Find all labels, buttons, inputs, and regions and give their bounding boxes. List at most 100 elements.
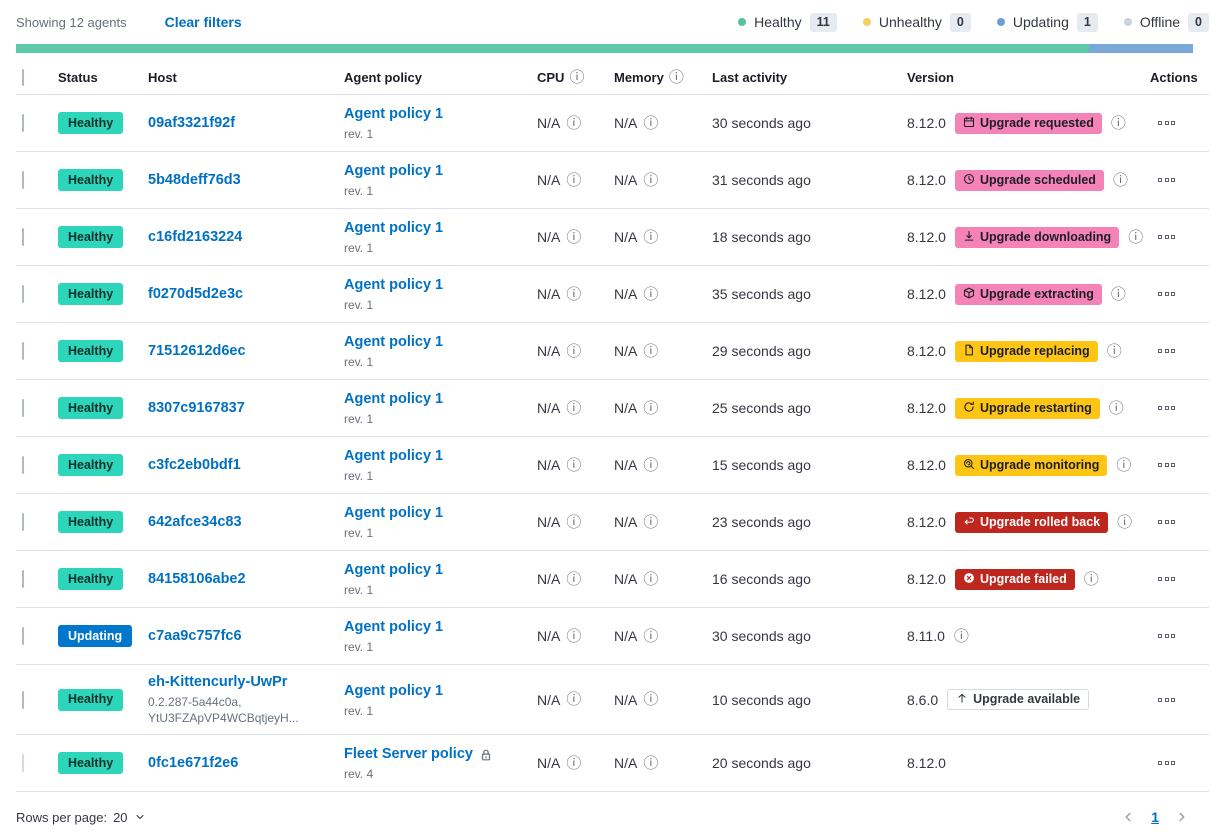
row-actions-button[interactable] [1156,516,1177,528]
row-actions-button[interactable] [1156,174,1177,186]
cpu-info-icon[interactable]: ⓘ [566,230,581,245]
cpu-info-icon[interactable]: ⓘ [566,344,581,359]
memory-header-info-icon[interactable]: ⓘ [669,70,684,85]
version-value: 8.6.0 [907,692,938,708]
host-link[interactable]: 0fc1e671f2e6 [148,755,238,771]
next-page-button[interactable] [1173,808,1191,826]
host-link[interactable]: f0270d5d2e3c [148,286,243,302]
memory-info-icon[interactable]: ⓘ [643,515,658,530]
row-checkbox[interactable] [22,456,24,474]
memory-cell: N/A ⓘ [614,229,712,245]
version-value: 8.12.0 [907,115,946,131]
rows-per-page-button[interactable]: Rows per page: 20 [16,810,146,825]
row-checkbox[interactable] [22,171,24,189]
upgrade-status-badge: Upgrade rolled back [955,512,1108,533]
row-actions-button[interactable] [1156,630,1177,642]
agent-policy-link[interactable]: Agent policy 1 [344,105,443,124]
page-number-button[interactable]: 1 [1147,807,1163,827]
row-actions-button[interactable] [1156,117,1177,129]
row-actions-button[interactable] [1156,757,1177,769]
row-actions-button[interactable] [1156,402,1177,414]
memory-info-icon[interactable]: ⓘ [643,344,658,359]
cpu-info-icon[interactable]: ⓘ [566,756,581,771]
row-actions-button[interactable] [1156,694,1177,706]
memory-info-icon[interactable]: ⓘ [643,230,658,245]
host-link[interactable]: 71512612d6ec [148,343,246,359]
agent-policy-cell: Agent policy 1 rev. 1 [344,276,537,312]
cpu-info-icon[interactable]: ⓘ [566,515,581,530]
cpu-info-icon[interactable]: ⓘ [566,629,581,644]
host-link[interactable]: 84158106abe2 [148,571,246,587]
row-checkbox[interactable] [22,285,24,303]
host-link[interactable]: c16fd2163224 [148,229,242,245]
memory-info-icon[interactable]: ⓘ [643,756,658,771]
memory-info-icon[interactable]: ⓘ [643,629,658,644]
host-link[interactable]: c7aa9c757fc6 [148,628,242,644]
agent-policy-link[interactable]: Agent policy 1 [344,219,443,238]
agent-policy-link[interactable]: Agent policy 1 [344,162,443,181]
cpu-info-icon[interactable]: ⓘ [566,692,581,707]
host-link[interactable]: 09af3321f92f [148,115,235,131]
agent-policy-link[interactable]: Fleet Server policy [344,745,473,764]
cpu-info-icon[interactable]: ⓘ [566,401,581,416]
agent-policy-link[interactable]: Agent policy 1 [344,447,443,466]
row-checkbox[interactable] [22,513,24,531]
row-actions-button[interactable] [1156,231,1177,243]
version-info-icon[interactable]: ⓘ [1111,116,1126,131]
cpu-info-icon[interactable]: ⓘ [566,287,581,302]
host-link[interactable]: c3fc2eb0bdf1 [148,457,241,473]
previous-page-button[interactable] [1119,808,1137,826]
status-badge: Healthy [58,689,123,711]
version-info-icon[interactable]: ⓘ [1113,173,1128,188]
row-checkbox[interactable] [22,399,24,417]
cpu-info-icon[interactable]: ⓘ [566,572,581,587]
row-actions-button[interactable] [1156,288,1177,300]
version-value: 8.12.0 [907,755,946,771]
cpu-info-icon[interactable]: ⓘ [566,458,581,473]
memory-info-icon[interactable]: ⓘ [643,173,658,188]
row-checkbox[interactable] [22,570,24,588]
cpu-info-icon[interactable]: ⓘ [566,173,581,188]
memory-info-icon[interactable]: ⓘ [643,401,658,416]
row-checkbox[interactable] [22,228,24,246]
memory-info-icon[interactable]: ⓘ [643,572,658,587]
row-checkbox[interactable] [22,627,24,645]
row-checkbox[interactable] [22,691,24,709]
upgrade-status-badge: Upgrade requested [955,113,1102,134]
agent-policy-link[interactable]: Agent policy 1 [344,618,443,637]
version-info-icon[interactable]: ⓘ [1084,572,1099,587]
memory-info-icon[interactable]: ⓘ [643,287,658,302]
version-info-icon[interactable]: ⓘ [1117,515,1132,530]
table-row: Healthy c16fd2163224 Agent policy 1 rev.… [16,209,1209,266]
version-info-icon[interactable]: ⓘ [1109,401,1124,416]
host-link[interactable]: eh-Kittencurly-UwPr [148,674,287,690]
row-checkbox[interactable] [22,114,24,132]
row-checkbox[interactable] [22,754,24,772]
memory-info-icon[interactable]: ⓘ [643,116,658,131]
version-info-icon[interactable]: ⓘ [1116,458,1131,473]
version-info-icon[interactable]: ⓘ [1107,344,1122,359]
row-actions-button[interactable] [1156,345,1177,357]
version-info-icon[interactable]: ⓘ [954,629,969,644]
agent-policy-link[interactable]: Agent policy 1 [344,390,443,409]
version-info-icon[interactable]: ⓘ [1111,287,1126,302]
host-link[interactable]: 5b48deff76d3 [148,172,241,188]
agent-policy-link[interactable]: Agent policy 1 [344,682,443,701]
agent-policy-link[interactable]: Agent policy 1 [344,333,443,352]
memory-info-icon[interactable]: ⓘ [643,458,658,473]
memory-info-icon[interactable]: ⓘ [643,692,658,707]
agent-policy-link[interactable]: Agent policy 1 [344,276,443,295]
cpu-info-icon[interactable]: ⓘ [566,116,581,131]
cpu-header-info-icon[interactable]: ⓘ [569,70,584,85]
healthy-dot-icon [738,18,746,26]
agent-policy-link[interactable]: Agent policy 1 [344,504,443,523]
row-actions-button[interactable] [1156,573,1177,585]
agent-policy-link[interactable]: Agent policy 1 [344,561,443,580]
select-all-checkbox[interactable] [22,69,24,86]
row-actions-button[interactable] [1156,459,1177,471]
version-info-icon[interactable]: ⓘ [1128,230,1143,245]
row-checkbox[interactable] [22,342,24,360]
host-link[interactable]: 8307c9167837 [148,400,245,416]
clear-filters-link[interactable]: Clear filters [165,14,242,30]
host-link[interactable]: 642afce34c83 [148,514,242,530]
